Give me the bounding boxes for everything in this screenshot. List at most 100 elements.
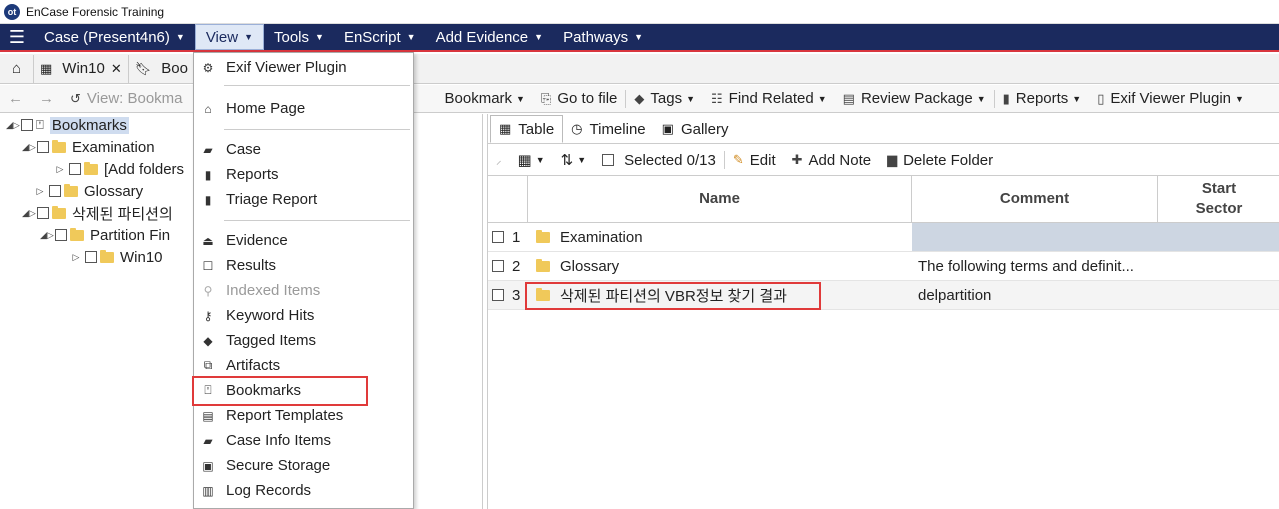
view-history[interactable]: ↺ View: Bookma — [62, 85, 191, 112]
table-row[interactable]: 2 Glossary The following terms and defin… — [488, 252, 1279, 281]
bookmark-icon: 🔖︎ — [134, 60, 152, 76]
table-row[interactable]: 3 삭제된 파티션의 VBR정보 찾기 결과 delpartition — [488, 281, 1279, 310]
menu-item-triage-report[interactable]: ▮ Triage Report — [194, 187, 413, 212]
checkbox[interactable] — [69, 163, 81, 175]
reports-button[interactable]: ▮ Reports ▼ — [995, 85, 1090, 112]
tab-win10[interactable]: ▦ Win10 ✕ — [34, 54, 129, 83]
expand-icon[interactable]: ▷ — [70, 252, 82, 263]
column-header-comment[interactable]: Comment — [912, 176, 1158, 222]
row-select[interactable]: 1 — [488, 223, 528, 251]
home-icon: ⌂ — [11, 60, 22, 77]
expand-icon[interactable]: ▷ — [34, 186, 46, 197]
row-select[interactable]: 2 — [488, 252, 528, 280]
checkbox[interactable] — [55, 229, 67, 241]
caret-down-icon: ▼ — [315, 32, 324, 42]
tree-item-bookmarks[interactable]: ◢▷ ⍞ Bookmarks — [6, 114, 129, 136]
expand-icon[interactable]: ◢▷ — [6, 120, 20, 131]
menu-tools[interactable]: Tools ▼ — [264, 24, 334, 50]
expand-icon[interactable]: ◢▷ — [40, 230, 54, 241]
add-note-button[interactable]: ✚ Add Note — [784, 145, 879, 175]
tab-timeline[interactable]: ◷ Timeline — [563, 115, 653, 143]
column-options-button[interactable]: ⸝ — [488, 145, 510, 175]
caret-down-icon: ▼ — [406, 32, 416, 42]
review-package-button[interactable]: ▤ Review Package ▼ — [835, 85, 994, 112]
menu-pathways[interactable]: Pathways ▼ — [553, 24, 653, 50]
checkbox[interactable] — [492, 231, 504, 243]
view-tabs: ▦ Table ◷ Timeline ▣ Gallery — [488, 114, 1279, 144]
menu-item-indexed-items: ⚲ Indexed Items — [194, 278, 413, 303]
menu-item-home-page[interactable]: ⌂ Home Page — [194, 96, 413, 121]
folder-icon — [70, 227, 84, 241]
checkbox[interactable] — [85, 251, 97, 263]
window-title: EnCase Forensic Training — [26, 4, 165, 19]
tree-item-partition-finder[interactable]: ◢▷ Partition Fin — [40, 224, 170, 246]
checkbox[interactable] — [602, 154, 615, 166]
menu-enscript[interactable]: EnScript ▼ — [334, 24, 426, 50]
tab-bookmarks[interactable]: 🔖︎ Boo — [129, 54, 195, 83]
menu-item-evidence[interactable]: ⏏ Evidence — [194, 228, 413, 253]
checkbox[interactable] — [21, 119, 33, 131]
find-related-button[interactable]: ☷ Find Related ▼ — [703, 85, 835, 112]
edit-button[interactable]: ✎ Edit — [725, 145, 784, 175]
triage-report-icon: ▮ — [204, 192, 212, 207]
checkbox[interactable] — [492, 260, 504, 272]
folder-icon — [536, 229, 550, 243]
tree-item-deleted-partition[interactable]: ◢▷ 삭제된 파티션의 — [22, 202, 173, 224]
column-header-start-sector[interactable]: Start Sector — [1158, 176, 1279, 222]
menu-item-report-templates[interactable]: ▤ Report Templates — [194, 403, 413, 428]
menu-item-secure-storage[interactable]: ▣ Secure Storage — [194, 453, 413, 478]
menu-item-results[interactable]: ☐ Results — [194, 253, 413, 278]
folder-icon — [100, 249, 114, 263]
bookmark-button[interactable]: Bookmark ▼ — [437, 85, 533, 112]
tree-item-win10[interactable]: ▷ Win10 — [70, 246, 163, 268]
menu-item-log-records[interactable]: ▥ Log Records — [194, 478, 413, 503]
expand-icon[interactable]: ▷ — [54, 164, 66, 175]
expand-icon[interactable]: ◢▷ — [22, 208, 36, 219]
tab-gallery[interactable]: ▣ Gallery — [654, 115, 737, 143]
sort-button[interactable]: ⇅ ▼ — [553, 145, 595, 175]
forward-button[interactable]: → — [31, 85, 62, 112]
delete-folder-button[interactable]: ▆ Delete Folder — [879, 145, 1001, 175]
menu-item-keyword-hits[interactable]: ⚷ Keyword Hits — [194, 303, 413, 328]
column-header-name[interactable]: Name — [528, 176, 912, 222]
hamburger-menu-icon[interactable]: ☰ — [0, 24, 34, 50]
tags-button[interactable]: ◆ Tags ▼ — [626, 85, 703, 112]
row-select[interactable]: 3 — [488, 281, 528, 309]
checkbox[interactable] — [49, 185, 61, 197]
menu-item-artifacts[interactable]: ⧉ Artifacts — [194, 353, 413, 378]
expand-icon[interactable]: ◢▷ — [22, 142, 36, 153]
delete-folder-icon: ▆ — [887, 152, 898, 167]
menu-item-tagged-items[interactable]: ◆ Tagged Items — [194, 328, 413, 353]
back-button[interactable]: ← — [0, 85, 31, 112]
briefcase-icon: ▰ — [203, 142, 213, 157]
menu-add-evidence[interactable]: Add Evidence ▼ — [426, 24, 554, 50]
checkbox[interactable] — [37, 141, 49, 153]
tree-item-examination[interactable]: ◢▷ Examination — [22, 136, 155, 158]
exif-viewer-button[interactable]: ▯ Exif Viewer Plugin ▼ — [1089, 85, 1252, 112]
checkbox[interactable] — [492, 289, 504, 301]
grid-icon: ▦ — [517, 152, 532, 169]
checkbox[interactable] — [37, 207, 49, 219]
tree-item-glossary[interactable]: ▷ Glossary — [34, 180, 144, 202]
menu-item-exif-viewer-plugin[interactable]: ⚙ Exif Viewer Plugin — [194, 55, 413, 80]
goto-file-button[interactable]: ⎘ Go to file — [533, 85, 625, 112]
pencil-icon: ✎ — [732, 152, 744, 167]
menu-case[interactable]: Case (Present4n6) ▼ — [34, 24, 195, 50]
select-all-button[interactable]: Selected 0/13 — [594, 145, 724, 175]
home-tab[interactable]: ⌂ — [0, 54, 34, 83]
grid-options-button[interactable]: ▦ ▼ — [510, 145, 553, 175]
menu-item-reports[interactable]: ▮ Reports — [194, 162, 413, 187]
menu-item-bookmarks[interactable]: ⍞ Bookmarks — [194, 378, 413, 403]
caret-down-icon: ▼ — [535, 155, 545, 165]
app-logo-icon: ot — [4, 3, 20, 20]
menu-item-case[interactable]: ▰ Case — [194, 137, 413, 162]
menu-item-case-info-items[interactable]: ▰ Case Info Items — [194, 428, 413, 453]
menu-view[interactable]: View ▼ — [194, 24, 264, 50]
tab-table[interactable]: ▦ Table — [490, 115, 564, 143]
tree-item-add-folders[interactable]: ▷ [Add folders — [54, 158, 185, 180]
search-icon: ⚲ — [203, 283, 213, 298]
find-related-icon: ☷ — [711, 90, 723, 106]
close-icon[interactable]: ✕ — [111, 61, 122, 77]
table-row[interactable]: 1 Examination — [488, 223, 1279, 252]
caret-down-icon: ▼ — [634, 32, 644, 42]
